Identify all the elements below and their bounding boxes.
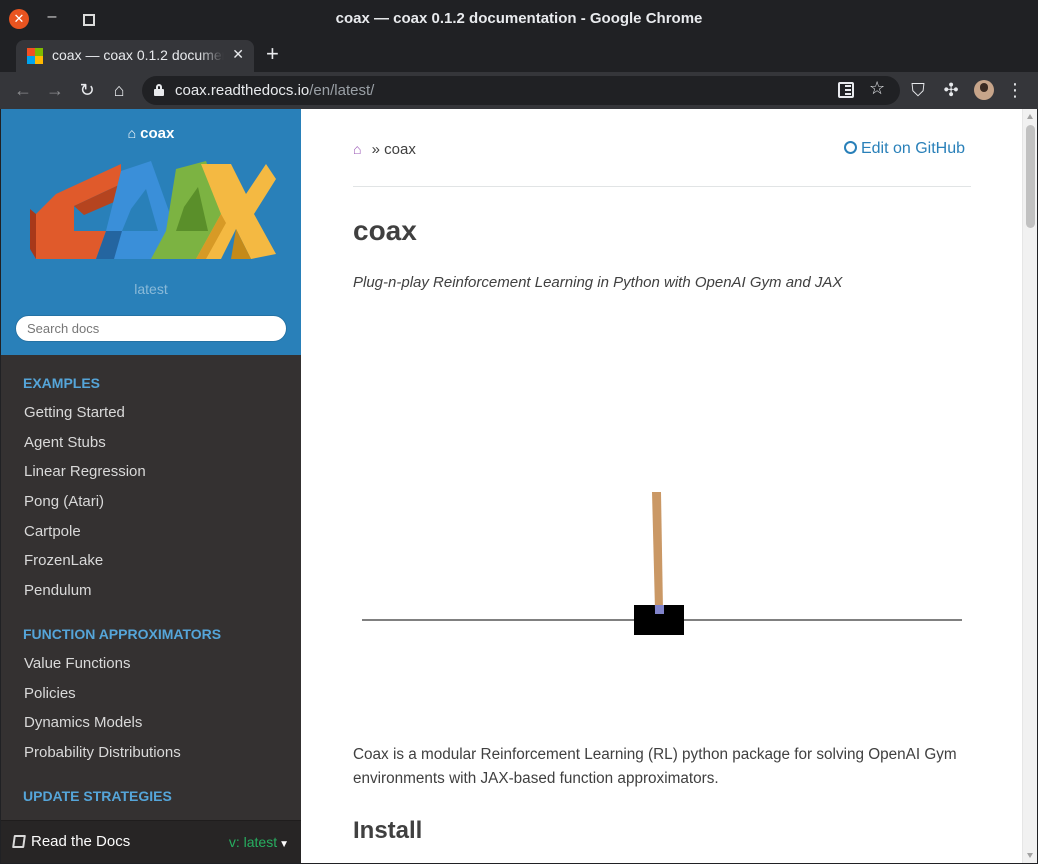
nav-item-agent-stubs[interactable]: Agent Stubs — [1, 428, 301, 458]
extensions-puzzle-icon[interactable]: ✣ — [940, 79, 962, 101]
search-input[interactable] — [15, 315, 287, 342]
project-home-link[interactable]: ⌂ coax — [1, 125, 301, 142]
coax-logo — [30, 161, 276, 259]
menu-kebab-icon[interactable]: ⋮ — [1004, 79, 1026, 101]
intro-paragraph: Coax is a modular Reinforcement Learning… — [353, 746, 957, 787]
scroll-up-arrow-icon[interactable] — [1027, 114, 1033, 119]
browser-toolbar: ← → ↻ ⌂ coax.readthedocs.io/en/latest/ ☆… — [0, 72, 1038, 109]
home-icon: ⌂ — [127, 125, 137, 141]
docs-version: latest — [134, 281, 168, 297]
section-heading-install: Install — [353, 817, 423, 844]
cartpole-animation — [362, 492, 962, 635]
readthedocs-flyout[interactable]: Read the Docs v: latest ▼ — [1, 820, 301, 863]
lock-icon[interactable] — [154, 84, 164, 96]
github-icon — [843, 141, 857, 154]
tab-close-icon[interactable]: ✕ — [232, 46, 244, 63]
reader-mode-icon[interactable] — [838, 82, 854, 98]
rtd-version-selector[interactable]: v: latest ▼ — [229, 834, 289, 850]
home-icon[interactable]: ⌂ — [108, 79, 130, 101]
forward-arrow-icon[interactable]: → — [44, 79, 66, 101]
microsoft-favicon-icon — [27, 48, 43, 64]
extension-shield-icon[interactable]: ⛉ — [907, 79, 929, 101]
browser-tab[interactable]: coax — coax 0.1.2 documentation ✕ — [16, 40, 254, 72]
breadcrumb-current: coax — [384, 141, 416, 158]
sidebar: ⌂ coax latest Search docs EXAMPLES Getti… — [1, 109, 301, 863]
header-divider — [353, 186, 971, 187]
page-title: coax — [353, 215, 417, 246]
scrollbar-thumb[interactable] — [1026, 125, 1035, 228]
profile-avatar[interactable] — [974, 80, 994, 100]
back-arrow-icon[interactable]: ← — [12, 79, 34, 101]
title-bar: ✕ – coax — coax 0.1.2 documentation - Go… — [0, 0, 1038, 38]
new-tab-button[interactable]: + — [266, 42, 279, 66]
scroll-down-arrow-icon[interactable] — [1027, 853, 1033, 858]
nav-item-pendulum[interactable]: Pendulum — [1, 576, 301, 606]
tab-title: coax — coax 0.1.2 documentation — [52, 47, 224, 63]
window-title: coax — coax 0.1.2 documentation - Google… — [335, 10, 703, 27]
nav-item-cartpole[interactable]: Cartpole — [1, 517, 301, 547]
book-icon — [12, 835, 26, 848]
page-tagline: Plug-n-play Reinforcement Learning in Py… — [353, 274, 843, 291]
rtd-label: Read the Docs — [31, 833, 131, 850]
breadcrumb-separator: » — [371, 141, 380, 158]
caption-examples: EXAMPLES — [23, 375, 101, 391]
nav-item-value-functions[interactable]: Value Functions — [1, 649, 301, 679]
breadcrumb-home-icon[interactable]: ⌂ — [353, 141, 361, 157]
sidebar-nav: EXAMPLES Getting Started Agent Stubs Lin… — [1, 355, 301, 811]
sidebar-header: ⌂ coax latest — [1, 109, 301, 355]
url-text[interactable]: coax.readthedocs.io/en/latest/ — [175, 82, 374, 99]
breadcrumb: ⌂ » coax — [353, 141, 416, 158]
nav-item-linear-regression[interactable]: Linear Regression — [1, 457, 301, 487]
edit-on-github-link[interactable]: Edit on GitHub — [843, 140, 965, 158]
nav-item-getting-started[interactable]: Getting Started — [1, 398, 301, 428]
caption-function-approximators: FUNCTION APPROXIMATORS — [23, 625, 222, 642]
nav-item-frozenlake[interactable]: FrozenLake — [1, 546, 301, 576]
bookmark-star-icon[interactable]: ☆ — [869, 78, 885, 99]
nav-item-dynamics-models[interactable]: Dynamics Models — [1, 708, 301, 738]
nav-item-pong-atari[interactable]: Pong (Atari) — [1, 487, 301, 517]
nav-item-probability-distributions[interactable]: Probability Distributions — [1, 738, 301, 768]
caret-down-icon: ▼ — [279, 839, 289, 850]
page-viewport: ⌂ coax latest Search docs EXAMPLES Getti… — [1, 109, 1037, 863]
caption-update-strategies: UPDATE STRATEGIES — [23, 787, 172, 804]
address-bar[interactable]: coax.readthedocs.io/en/latest/ ☆ — [142, 76, 900, 105]
reload-icon[interactable]: ↻ — [76, 79, 98, 101]
main-content: ⌂ » coax Edit on GitHub coax Plug-n-play… — [353, 109, 971, 863]
nav-item-policies[interactable]: Policies — [1, 679, 301, 709]
page-scrollbar[interactable] — [1022, 109, 1037, 863]
